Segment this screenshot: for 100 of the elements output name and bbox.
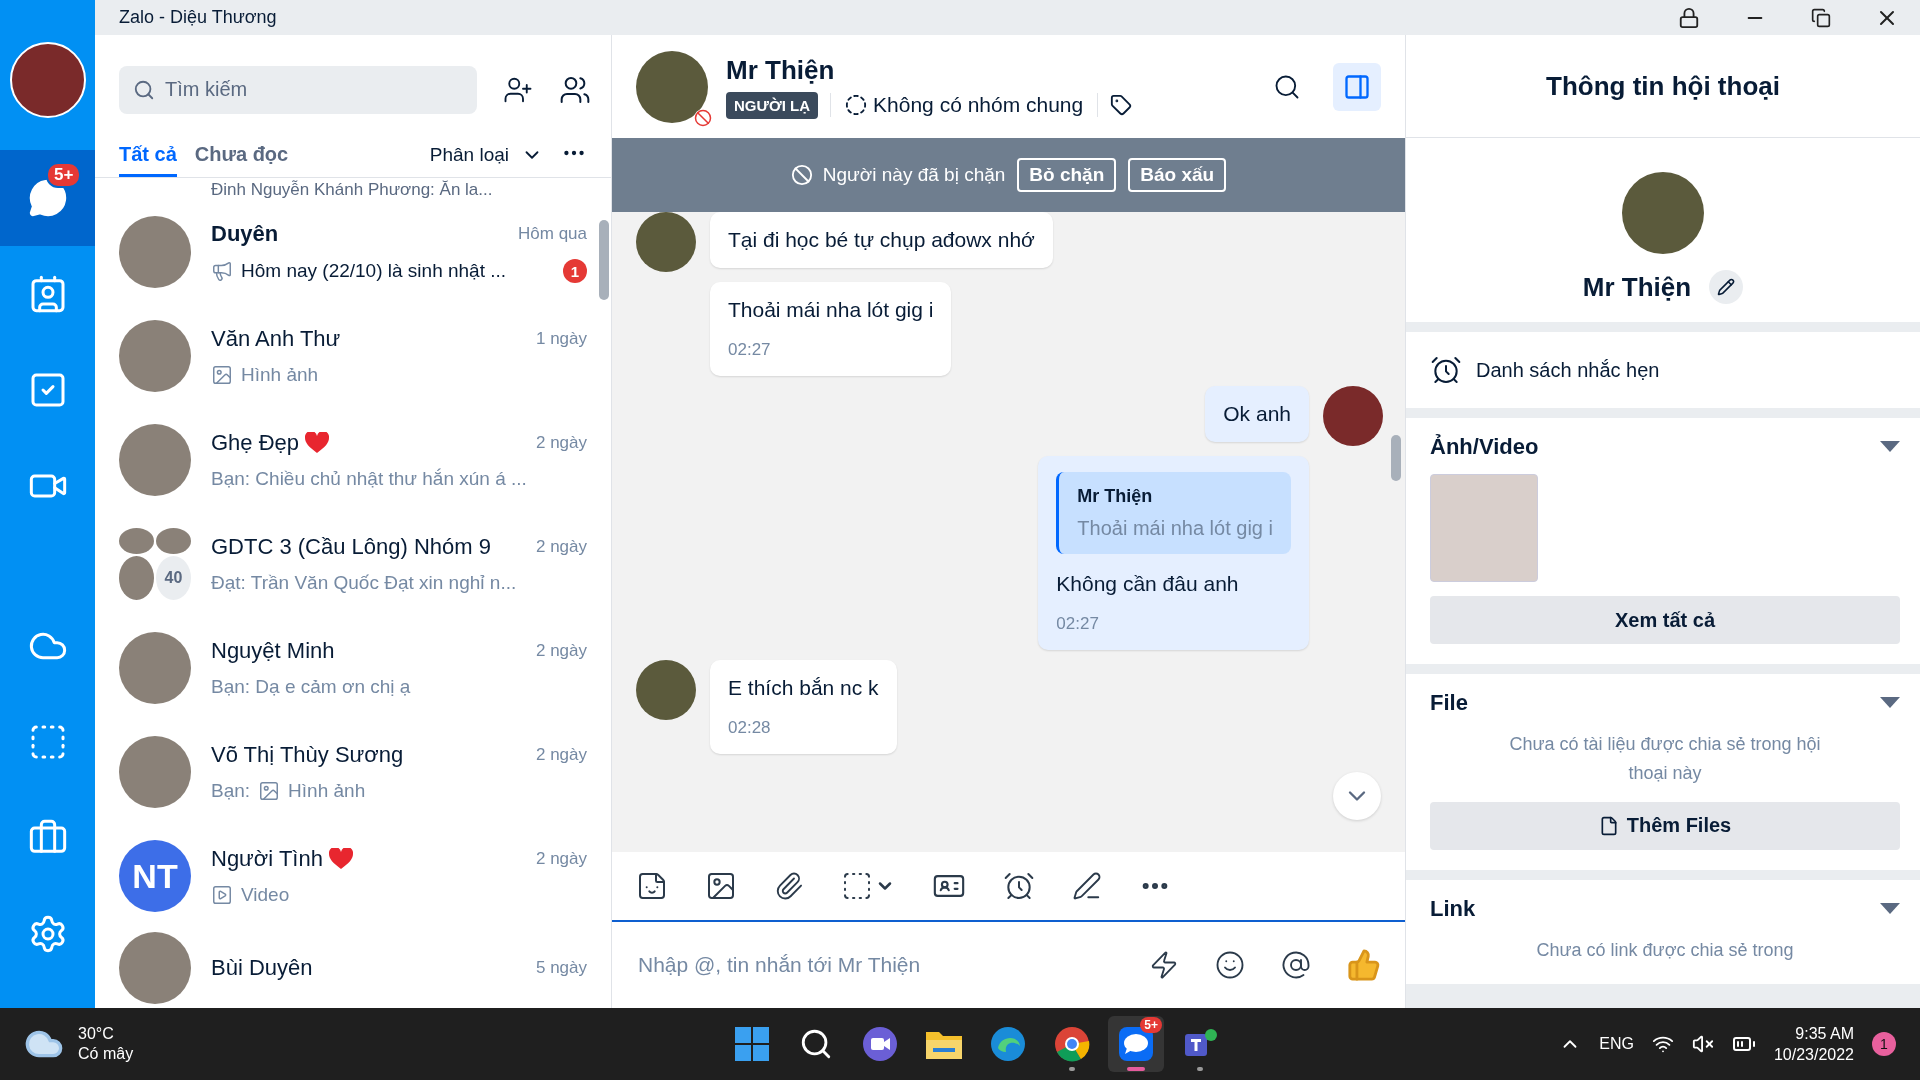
thumbs-up-icon[interactable] <box>1347 948 1381 982</box>
contact-name: Ghẹ Đẹp <box>211 430 300 456</box>
member-count: 40 <box>156 556 191 600</box>
windows-logo-icon[interactable] <box>734 1026 770 1062</box>
contact-name: Bùi Duyên <box>211 955 313 981</box>
quote-author: Mr Thiện <box>1077 486 1154 507</box>
tab[interactable]: Tất cả <box>119 143 177 177</box>
unread-badge: 5+ <box>46 162 82 188</box>
section-title: File <box>1430 690 1468 716</box>
tab[interactable]: Chưa đọc <box>194 143 289 177</box>
stranger-tag: NGƯỜI LẠ <box>726 91 819 119</box>
pencil-icon <box>1717 278 1736 296</box>
conversation-item[interactable]: NT Người Tình 2 ngày Video <box>95 824 611 928</box>
conversation-item[interactable]: Bùi Duyên 5 ngày <box>95 928 611 1008</box>
info-panel-button[interactable] <box>1333 62 1381 111</box>
caret-icon[interactable] <box>1880 441 1900 453</box>
conversation-item[interactable]: Võ Thị Thùy Sương 2 ngày Bạn: Hình ảnh <box>95 720 611 824</box>
section-title: Ảnh/Video <box>1430 434 1539 460</box>
message-preview: Hình ảnh <box>241 364 319 386</box>
search-field[interactable]: Tìm kiếm <box>119 65 477 114</box>
timestamp: Hôm qua <box>518 224 587 244</box>
caret-icon[interactable] <box>1880 697 1900 709</box>
clock-date[interactable]: 10/23/2022 <box>1773 1045 1854 1064</box>
message-text: E thích bắn nc k <box>728 676 879 700</box>
common-groups: Không có nhóm chung <box>873 93 1084 117</box>
video-chat-icon[interactable] <box>862 1026 898 1062</box>
side-panel-icon <box>1343 72 1371 101</box>
empty-state-text: Chưa có link được chia sẻ trong <box>1535 938 1795 962</box>
scrollbar-thumb[interactable] <box>599 220 609 300</box>
browser-icon[interactable] <box>990 1026 1026 1062</box>
conversation-item[interactable]: 40 GDTC 3 (Cầu Lông) Nhóm 9 2 ngày Đạt: Trần Văn Quốc Đạt xin nghỉ n... <box>95 512 611 616</box>
conversation-item[interactable]: Văn Anh Thư 1 ngày Hình ảnh <box>95 304 611 408</box>
conversation-item[interactable]: Ghẹ Đẹp 2 ngày Bạn: Chiều chủ nhật thư hắn xún á ... <box>95 408 611 512</box>
conversation-item[interactable]: Nguyệt Minh 2 ngày Bạn: Dạ e cảm ơn chị ạ <box>95 616 611 720</box>
message-preview: Bạn: Dạ e cảm ơn chị ạ <box>211 676 411 698</box>
lock-icon[interactable] <box>1678 6 1700 29</box>
paperclip-icon[interactable] <box>774 871 804 901</box>
image-icon[interactable] <box>705 870 737 902</box>
message-time: 02:27 <box>728 340 772 360</box>
screenshot-thumbnail[interactable] <box>1430 474 1538 582</box>
timestamp: 1 ngày <box>535 329 587 349</box>
message-text: Không cần đâu anh <box>1056 572 1240 596</box>
banner-button[interactable]: Bỏ chặn <box>1017 158 1117 192</box>
tag-icon[interactable] <box>1110 94 1133 116</box>
edit-button[interactable] <box>1709 270 1744 304</box>
contact-name: GDTC 3 (Cầu Lông) Nhóm 9 <box>211 534 491 560</box>
clock-time[interactable]: 9:35 AM <box>1795 1024 1854 1043</box>
chat-bubble-icon[interactable] <box>27 178 68 218</box>
alarm-clock-icon <box>1430 354 1462 386</box>
contact-name: Duyên <box>211 221 279 247</box>
message-preview: Đạt: Trần Văn Quốc Đạt xin nghỉ n... <box>211 572 517 594</box>
image-icon <box>258 780 281 802</box>
timestamp: 5 ngày <box>535 958 587 978</box>
section-button[interactable]: Thêm Files <box>1430 801 1900 850</box>
photo-placeholder <box>119 556 154 600</box>
contact-name: Văn Anh Thư <box>211 326 341 352</box>
search-icon[interactable] <box>799 1027 833 1061</box>
unread-badge: 5+ <box>1140 1017 1162 1033</box>
notification-badge[interactable]: 1 <box>1872 1032 1896 1056</box>
muted-speaker-icon[interactable] <box>1691 1033 1714 1055</box>
timestamp: 2 ngày <box>535 537 587 557</box>
message-time: 02:28 <box>728 718 772 738</box>
section-button[interactable]: Xem tất cả <box>1430 596 1900 644</box>
weather-condition: Có mây <box>78 1045 134 1063</box>
timestamp: 2 ngày <box>535 641 587 661</box>
nav-item[interactable]: 5+ <box>0 150 95 246</box>
message-text: Ok anh <box>1223 402 1291 426</box>
banner-button[interactable]: Báo xấu <box>1128 158 1227 192</box>
scrollbar-thumb[interactable] <box>1391 435 1401 481</box>
message-preview: Hôm nay (22/10) là sinh nhật ... <box>241 260 507 282</box>
section-title: Link <box>1430 895 1476 922</box>
photo-placeholder <box>156 528 191 554</box>
emoji-icon[interactable] <box>1215 950 1245 980</box>
contact-name: Võ Thị Thùy Sương <box>211 742 404 768</box>
window-title: Zalo - Diệu Thương <box>119 7 278 28</box>
megaphone-icon <box>211 260 233 282</box>
dashed-square-icon[interactable] <box>841 870 873 902</box>
unread-badge: 1 <box>563 259 587 283</box>
browser-icon[interactable] <box>1054 1026 1090 1062</box>
image-icon <box>211 364 233 386</box>
group-circle-icon <box>845 94 868 116</box>
message-preview: Video <box>241 884 290 906</box>
conversation-item[interactable]: Duyên Hôm qua Hôm nay (22/10) là sinh nhật ... 1 <box>95 200 611 304</box>
sticker-icon[interactable] <box>636 870 668 902</box>
timestamp: 2 ngày <box>535 433 587 453</box>
language-indicator[interactable]: ENG <box>1599 1035 1634 1053</box>
message-preview: Đinh Nguyễn Khánh Phương: Ăn la... <box>210 179 494 200</box>
restore-icon[interactable] <box>1811 7 1831 28</box>
filter-dropdown[interactable]: Phân loại <box>429 144 543 177</box>
caret-icon[interactable] <box>1880 902 1900 915</box>
running-indicator <box>1069 1067 1075 1071</box>
reminder-list-item[interactable]: Danh sách nhắc hẹn <box>1406 332 1920 408</box>
alarm-clock-icon[interactable] <box>1003 870 1035 902</box>
running-indicator <box>1127 1067 1145 1071</box>
mention-icon[interactable] <box>1281 950 1311 980</box>
contact-name: Người Tình <box>211 846 323 872</box>
running-indicator <box>1197 1067 1203 1071</box>
sender-label: Bạn: <box>211 780 251 802</box>
taskbar-app[interactable]: 5+ <box>1108 1016 1164 1072</box>
message-preview: Bạn: Chiều chủ nhật thư hắn xún á ... <box>211 468 527 490</box>
